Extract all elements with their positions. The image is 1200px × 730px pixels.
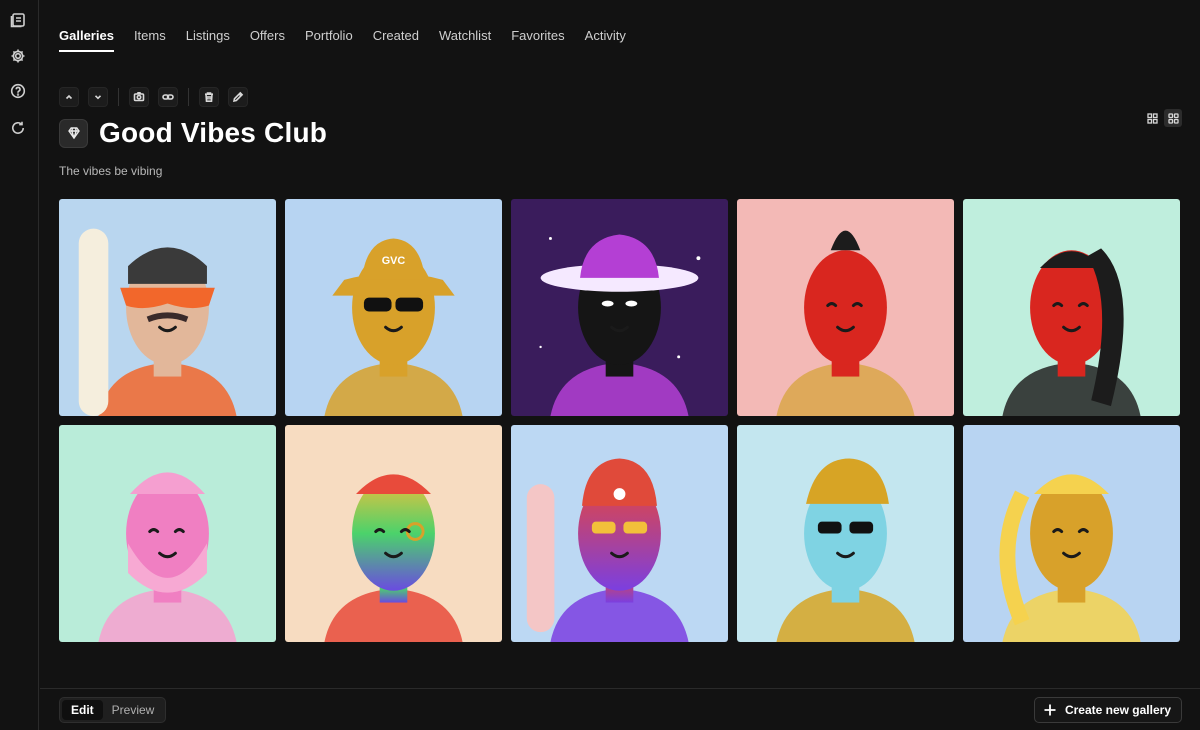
grid-small-icon[interactable] — [1143, 109, 1161, 127]
nft-card[interactable] — [963, 425, 1180, 642]
tab-created[interactable]: Created — [373, 28, 419, 52]
camera-icon — [133, 92, 145, 102]
tab-listings[interactable]: Listings — [186, 28, 230, 52]
sidebar — [0, 0, 39, 730]
nft-card[interactable] — [737, 199, 954, 416]
svg-text:GVC: GVC — [382, 255, 406, 267]
refresh-icon[interactable] — [9, 119, 27, 137]
tab-favorites[interactable]: Favorites — [511, 28, 564, 52]
nft-card[interactable] — [963, 199, 1180, 416]
nft-card[interactable] — [59, 199, 276, 416]
bottom-bar: Edit Preview Create new gallery — [40, 688, 1200, 730]
copy-link-button[interactable] — [158, 87, 178, 107]
nft-card[interactable] — [511, 199, 728, 416]
chevron-up-icon — [65, 94, 73, 100]
pencil-icon — [232, 91, 244, 103]
toolbar-divider — [118, 88, 119, 106]
nft-card[interactable] — [59, 425, 276, 642]
diamond-icon — [59, 118, 88, 148]
gear-icon[interactable] — [9, 47, 27, 65]
tab-portfolio[interactable]: Portfolio — [305, 28, 353, 52]
delete-button[interactable] — [199, 87, 219, 107]
grid-large-icon[interactable] — [1164, 109, 1182, 127]
tab-offers[interactable]: Offers — [250, 28, 285, 52]
gallery-header: Good Vibes Club — [59, 117, 327, 149]
move-up-button[interactable] — [59, 87, 79, 107]
move-down-button[interactable] — [88, 87, 108, 107]
profile-tabs: Galleries Items Listings Offers Portfoli… — [59, 28, 646, 52]
nft-card[interactable]: GVC — [285, 199, 502, 416]
gallery-description: The vibes be vibing — [59, 164, 163, 178]
create-gallery-label: Create new gallery — [1064, 703, 1171, 717]
nft-grid: GVC — [59, 199, 1181, 642]
nft-card[interactable] — [511, 425, 728, 642]
plus-icon — [1044, 704, 1056, 716]
create-gallery-button[interactable]: Create new gallery — [1033, 697, 1182, 723]
toolbar-divider — [188, 88, 189, 106]
tab-galleries[interactable]: Galleries — [59, 28, 114, 52]
camera-button[interactable] — [129, 87, 149, 107]
chevron-down-icon — [94, 95, 102, 100]
tab-watchlist[interactable]: Watchlist — [439, 28, 491, 52]
nft-card[interactable] — [285, 425, 502, 642]
preview-mode-button[interactable]: Preview — [103, 700, 164, 720]
gallery-toolbar — [59, 87, 257, 107]
edit-mode-button[interactable]: Edit — [62, 700, 103, 720]
page-title: Good Vibes Club — [99, 117, 328, 148]
trash-icon — [205, 92, 213, 102]
edit-button[interactable] — [228, 87, 248, 107]
nft-card[interactable] — [737, 425, 954, 642]
tab-items[interactable]: Items — [134, 28, 166, 52]
tab-activity[interactable]: Activity — [585, 28, 626, 52]
collection-icon[interactable] — [9, 11, 27, 29]
link-icon — [162, 94, 174, 100]
help-icon[interactable] — [9, 82, 27, 100]
view-toggle-group — [1143, 109, 1182, 127]
mode-toggle: Edit Preview — [59, 697, 166, 723]
